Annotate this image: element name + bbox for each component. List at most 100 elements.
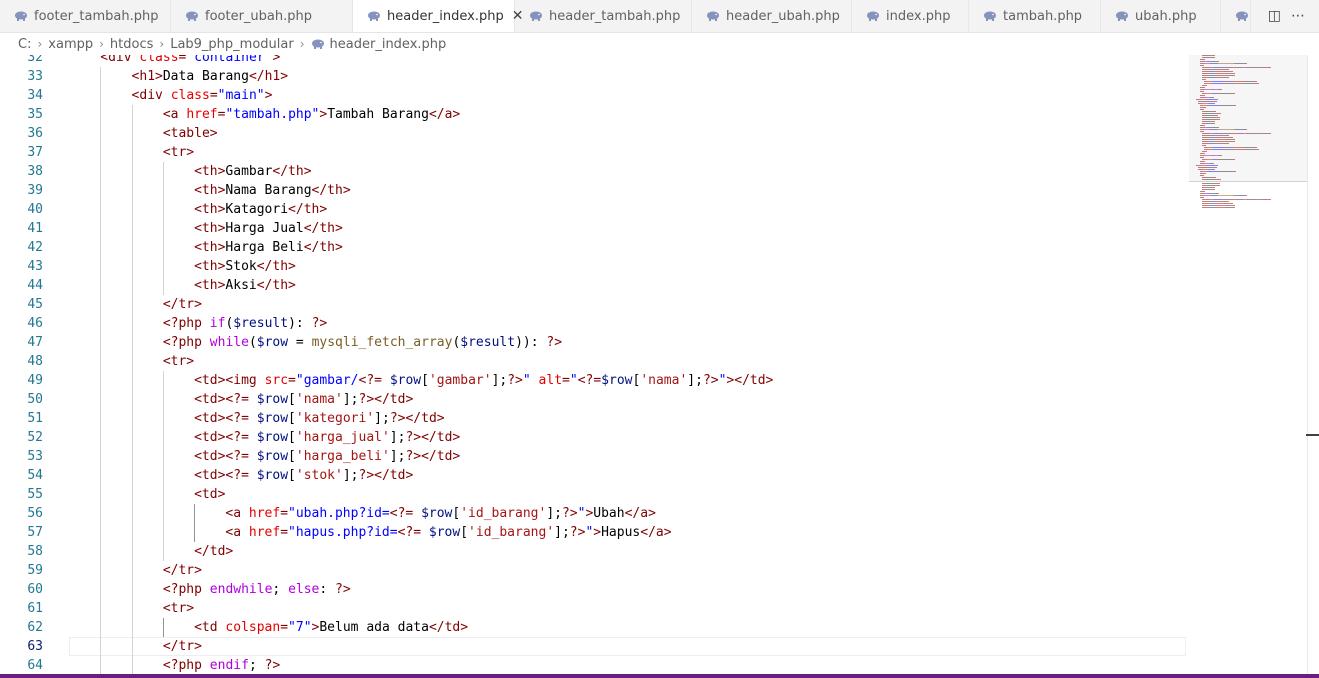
- code-line[interactable]: 37 <tr>: [0, 143, 1190, 162]
- php-elephant-icon: [311, 39, 324, 49]
- code-token: colspan: [225, 620, 281, 635]
- code-line[interactable]: 35 <a href="tambah.php">Tambah Barang</a>: [0, 105, 1190, 124]
- code-text: <th>Aksi</th>: [194, 276, 296, 295]
- line-number: 35: [27, 107, 43, 122]
- breadcrumb-item[interactable]: C:: [18, 37, 31, 52]
- line-number: 45: [27, 297, 43, 312]
- indent-guide: [100, 599, 102, 618]
- code-token: $row: [421, 506, 453, 521]
- code-line[interactable]: 41 <th>Harga Jual</th>: [0, 219, 1190, 238]
- breadcrumb-item[interactable]: header_index.php: [330, 37, 447, 52]
- code-line[interactable]: 57 <a href="hapus.php?id=<?= $row['id_bar…: [0, 523, 1190, 542]
- tab-index[interactable]: index.php: [852, 0, 969, 32]
- line-number: 34: [27, 88, 43, 103]
- code-token: <td>: [194, 411, 226, 426]
- more-actions-icon[interactable]: ⋯: [1291, 8, 1305, 24]
- code-line[interactable]: 49 <td><img src="gambar/<?= $row['gambar'…: [0, 371, 1190, 390]
- code-line[interactable]: 46 <?php if($result): ?>: [0, 314, 1190, 333]
- code-line[interactable]: 45 </tr>: [0, 295, 1190, 314]
- tab-ubah[interactable]: ubah.php: [1101, 0, 1221, 32]
- line-number: 53: [27, 449, 43, 464]
- code-line[interactable]: 33 <h1>Data Barang</h1>: [0, 67, 1190, 86]
- tab-tambah[interactable]: tambah.php: [969, 0, 1101, 32]
- tab-header_index[interactable]: header_index.php ✕: [353, 0, 523, 32]
- breadcrumb-item[interactable]: xampp: [48, 37, 93, 52]
- code-token: class: [139, 55, 179, 65]
- indent-guide: [100, 219, 102, 238]
- code-line[interactable]: 64 <?php endif; ?>: [0, 656, 1190, 674]
- indent-guide: [131, 162, 133, 181]
- code-token: </td>: [374, 468, 414, 483]
- code-token: ": [569, 373, 578, 388]
- tab-overflow[interactable]: [1221, 0, 1251, 32]
- minimap-slider[interactable]: [1189, 55, 1307, 182]
- code-line[interactable]: 48 <tr>: [0, 352, 1190, 371]
- code-line[interactable]: 50 <td><?= $row['nama'];?></td>: [0, 390, 1190, 409]
- line-number: 63: [27, 639, 43, 654]
- code-line[interactable]: 59 </tr>: [0, 561, 1190, 580]
- code-line[interactable]: 61 <tr>: [0, 599, 1190, 618]
- code-token: </td>: [421, 430, 461, 445]
- code-token: </a>: [428, 107, 461, 122]
- chevron-right-icon: ›: [37, 37, 43, 51]
- code-text: <?php if($result): ?>: [163, 314, 327, 333]
- code-line[interactable]: 39 <th>Nama Barang</th>: [0, 181, 1190, 200]
- code-token: </th>: [303, 240, 343, 255]
- minimap-mark: [1206, 185, 1215, 186]
- breadcrumb-item[interactable]: Lab9_php_modular: [170, 37, 294, 52]
- code-text: <td><?= $row['kategori'];?></td>: [194, 409, 445, 428]
- code-token: >: [264, 88, 273, 103]
- code-line[interactable]: 51 <td><?= $row['kategori'];?></td>: [0, 409, 1190, 428]
- code-line[interactable]: 43 <th>Stok</th>: [0, 257, 1190, 276]
- code-line[interactable]: 34 <div class="main">: [0, 86, 1190, 105]
- code-line[interactable]: 56 <a href="ubah.php?id=<?= $row['id_bara…: [0, 504, 1190, 523]
- code-line[interactable]: 53 <td><?= $row['harga_beli'];?></td>: [0, 447, 1190, 466]
- indent-guide: [194, 523, 196, 542]
- code-line[interactable]: 40 <th>Katagori</th>: [0, 200, 1190, 219]
- code-line[interactable]: 62 <td colspan="7">Belum ada data</td>: [0, 618, 1190, 637]
- php-elephant-icon: [186, 11, 198, 21]
- code-line[interactable]: 44 <th>Aksi</th>: [0, 276, 1190, 295]
- php-elephant-icon: [707, 11, 719, 21]
- tab-footer_tambah[interactable]: footer_tambah.php: [0, 0, 171, 32]
- line-number: 49: [27, 373, 43, 388]
- breadcrumb-item[interactable]: htdocs: [110, 37, 153, 52]
- tab-label: index.php: [886, 8, 951, 24]
- code-token: $result: [460, 335, 516, 350]
- code-line[interactable]: 63 </tr>: [0, 637, 1190, 656]
- code-token: <tr>: [162, 145, 195, 160]
- code-token: </td>: [428, 620, 469, 635]
- code-editor[interactable]: 32 <div class="container"> 33 <h1>Data Bara…: [0, 55, 1319, 674]
- indent-guide: [131, 352, 133, 371]
- code-line[interactable]: 32 <div class="container">: [0, 55, 1190, 67]
- split-editor-icon[interactable]: ◫: [1268, 8, 1281, 24]
- code-line[interactable]: 42 <th>Harga Beli</th>: [0, 238, 1190, 257]
- indent-guide: [100, 200, 102, 219]
- code-line[interactable]: 58 </td>: [0, 542, 1190, 561]
- code-token: "gambar/: [295, 373, 359, 388]
- code-token: $row: [256, 392, 289, 407]
- code-token: "container": [186, 55, 273, 65]
- vertical-scrollbar[interactable]: [1307, 55, 1308, 674]
- minimap-mark: [1215, 185, 1220, 186]
- code-line[interactable]: 54 <td><?= $row['stok'];?></td>: [0, 466, 1190, 485]
- code-token: $row: [389, 373, 422, 388]
- code-line[interactable]: 36 <table>: [0, 124, 1190, 143]
- status-bar: [0, 674, 1319, 678]
- code-line[interactable]: 60 <?php endwhile; else: ?>: [0, 580, 1190, 599]
- breadcrumb: C: › xampp › htdocs › Lab9_php_modular › header_…: [0, 33, 1319, 55]
- tab-footer_ubah[interactable]: footer_ubah.php: [171, 0, 353, 32]
- code-token: ?>: [546, 335, 563, 350]
- minimap-mark: [1245, 195, 1247, 196]
- code-token: ];: [389, 430, 406, 445]
- code-token: $row: [601, 373, 633, 388]
- code-line[interactable]: 55 <td>: [0, 485, 1190, 504]
- code-line[interactable]: 52 <td><?= $row['harga_jual'];?></td>: [0, 428, 1190, 447]
- indent-guide: [131, 238, 133, 257]
- code-text: </tr>: [163, 295, 202, 314]
- code-line[interactable]: 38 <th>Gambar</th>: [0, 162, 1190, 181]
- tab-header_tambah[interactable]: header_tambah.php: [515, 0, 692, 32]
- tab-label: ubah.php: [1135, 8, 1197, 24]
- code-line[interactable]: 47 <?php while($row = mysqli_fetch_array(…: [0, 333, 1190, 352]
- tab-header_ubah[interactable]: header_ubah.php: [692, 0, 852, 32]
